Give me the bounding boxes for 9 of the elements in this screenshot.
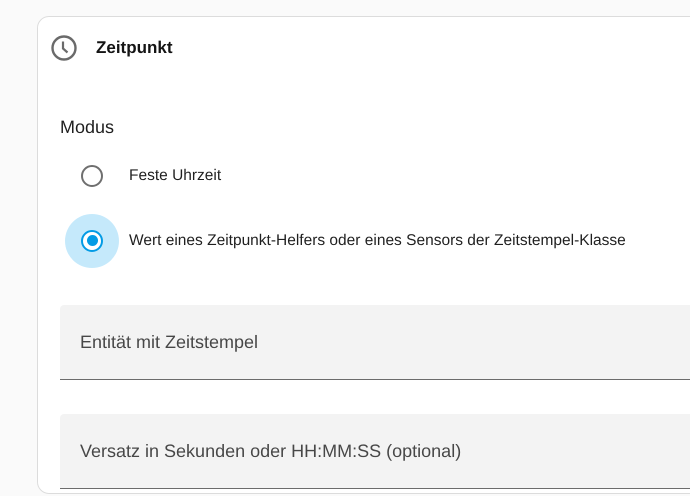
card-title: Zeitpunkt: [96, 38, 172, 58]
radio-button[interactable]: [81, 164, 103, 186]
radio-label: Wert eines Zeitpunkt-Helfers oder eines Sensors der Zeitstempel-Klasse: [129, 232, 626, 250]
mode-label: Modus: [60, 117, 116, 138]
radio-button[interactable]: [81, 230, 103, 252]
radio-label: Feste Uhrzeit: [129, 166, 222, 184]
clock-icon: [50, 34, 78, 62]
input-field[interactable]: Entität mit Zeitstempel: [60, 305, 690, 380]
input-field[interactable]: Versatz in Sekunden oder HH:MM:SS (optional): [60, 414, 690, 489]
